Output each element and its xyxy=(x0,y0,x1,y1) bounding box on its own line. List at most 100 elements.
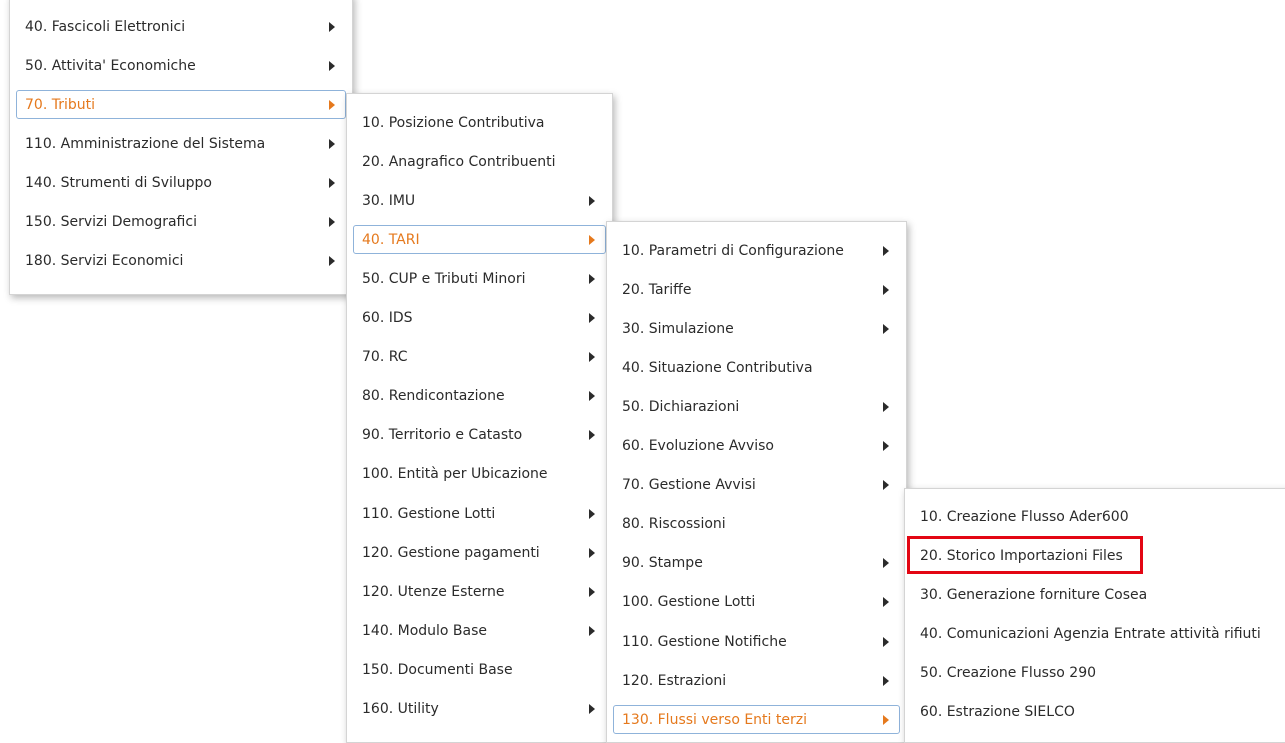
menu3-item-30-simulazione[interactable]: 30. Simulazione xyxy=(613,314,900,343)
submenu-arrow-icon xyxy=(589,234,595,245)
menu2-item-100-entit-per-ubicazione[interactable]: 100. Entità per Ubicazione xyxy=(353,460,606,489)
menu2-item-160-utility[interactable]: 160. Utility xyxy=(353,695,606,724)
menu-item-label: 50. Creazione Flusso 290 xyxy=(920,664,1097,681)
submenu-arrow-icon xyxy=(883,284,889,295)
submenu-arrow-icon xyxy=(883,323,889,334)
menu1-item-40-fascicoli-elettronici[interactable]: 40. Fascicoli Elettronici xyxy=(16,12,346,41)
menu-item-label: 140. Strumenti di Sviluppo xyxy=(25,174,212,191)
menu-item-label: 90. Stampe xyxy=(622,555,703,572)
menu2-item-20-anagrafico-contribuenti[interactable]: 20. Anagrafico Contribuenti xyxy=(353,147,606,176)
submenu-arrow-icon xyxy=(883,558,889,569)
menu1-item-180-servizi-economici[interactable]: 180. Servizi Economici xyxy=(16,246,346,275)
menu1-item-70-tributi[interactable]: 70. Tributi xyxy=(16,90,346,119)
menu-item-label: 30. Generazione forniture Cosea xyxy=(920,586,1148,603)
menu-item-label: 150. Servizi Demografici xyxy=(25,213,197,230)
menu-item-label: 110. Gestione Lotti xyxy=(362,505,496,522)
menu-item-label: 70. RC xyxy=(362,349,408,366)
menu1-item-150-servizi-demografici[interactable]: 150. Servizi Demografici xyxy=(16,207,346,236)
menu-item-label: 110. Gestione Notifiche xyxy=(622,633,787,650)
menu4-item-60-estrazione-sielco[interactable]: 60. Estrazione SIELCO xyxy=(911,697,1285,726)
submenu-arrow-icon xyxy=(589,195,595,206)
menu-item-label: 60. Evoluzione Avviso xyxy=(622,438,774,454)
menu-item-label: 90. Territorio e Catasto xyxy=(362,427,523,444)
menu2-item-10-posizione-contributiva[interactable]: 10. Posizione Contributiva xyxy=(353,108,606,137)
menu2-item-50-cup-e-tributi-minori[interactable]: 50. CUP e Tributi Minori xyxy=(353,264,606,293)
submenu-arrow-icon xyxy=(883,245,889,256)
submenu-arrow-icon xyxy=(589,273,595,284)
menu2-item-60-ids[interactable]: 60. IDS xyxy=(353,304,606,333)
menu3-item-100-gestione-lotti[interactable]: 100. Gestione Lotti xyxy=(613,588,900,617)
menu1-item-50-attivita-economiche[interactable]: 50. Attivita' Economiche xyxy=(16,51,346,80)
submenu-arrow-icon xyxy=(883,597,889,608)
submenu-arrow-icon xyxy=(589,586,595,597)
menu3-item-90-stampe[interactable]: 90. Stampe xyxy=(613,549,900,578)
submenu-arrow-icon xyxy=(329,255,335,266)
menu1-item-110-amministrazione-del-sistema[interactable]: 110. Amministrazione del Sistema xyxy=(16,129,346,158)
menu3-item-110-gestione-notifiche[interactable]: 110. Gestione Notifiche xyxy=(613,627,900,656)
menu2-item-150-documenti-base[interactable]: 150. Documenti Base xyxy=(353,655,606,684)
menu-level-3-tari: 10. Parametri di Configurazione 20. Tarif… xyxy=(606,221,907,743)
menu2-item-90-territorio-e-catasto[interactable]: 90. Territorio e Catasto xyxy=(353,421,606,450)
menu3-item-20-tariffe[interactable]: 20. Tariffe xyxy=(613,275,900,304)
submenu-arrow-icon xyxy=(883,441,889,451)
menu-item-label: 100. Gestione Lotti xyxy=(622,594,756,611)
menu4-item-10-creazione-flusso-ader600[interactable]: 10. Creazione Flusso Ader600 xyxy=(911,502,1285,531)
submenu-arrow-icon xyxy=(589,508,595,519)
menu-level-1: 40. Fascicoli Elettronici 50. Attivita' E… xyxy=(9,0,353,295)
menu-item-label: 50. CUP e Tributi Minori xyxy=(362,270,526,287)
menu4-item-50-creazione-flusso-290[interactable]: 50. Creazione Flusso 290 xyxy=(911,658,1285,687)
submenu-arrow-icon xyxy=(329,99,335,110)
menu-level-4-flussi: 10. Creazione Flusso Ader600 20. Storico … xyxy=(904,488,1285,743)
submenu-arrow-icon xyxy=(329,60,335,71)
menu3-item-40-situazione-contributiva[interactable]: 40. Situazione Contributiva xyxy=(613,353,900,382)
submenu-arrow-icon xyxy=(883,480,889,491)
submenu-arrow-icon xyxy=(329,177,335,188)
menu-item-label: 160. Utility xyxy=(362,701,439,717)
submenu-arrow-icon xyxy=(589,430,595,441)
submenu-arrow-icon xyxy=(329,138,335,149)
menu4-item-20-storico-importazioni-files[interactable]: 20. Storico Importazioni Files xyxy=(911,541,1285,570)
menu-item-label: 130. Flussi verso Enti terzi xyxy=(622,711,807,728)
submenu-arrow-icon xyxy=(883,714,889,725)
menu-item-label: 40. TARI xyxy=(362,231,420,248)
menu1-item-140-strumenti-di-sviluppo[interactable]: 140. Strumenti di Sviluppo xyxy=(16,168,346,197)
menu-item-label: 150. Documenti Base xyxy=(362,661,513,678)
menu4-item-30-generazione-forniture-cosea[interactable]: 30. Generazione forniture Cosea xyxy=(911,580,1285,609)
menu2-item-140-modulo-base[interactable]: 140. Modulo Base xyxy=(353,616,606,645)
menu2-item-120-utenze-esterne[interactable]: 120. Utenze Esterne xyxy=(353,577,606,606)
menu-item-label: 20. Anagrafico Contribuenti xyxy=(362,153,556,170)
menu3-item-50-dichiarazioni[interactable]: 50. Dichiarazioni xyxy=(613,392,900,421)
menu-item-label: 120. Estrazioni xyxy=(622,672,727,689)
menu3-item-80-riscossioni[interactable]: 80. Riscossioni xyxy=(613,510,900,539)
menu3-item-10-parametri-di-configurazione[interactable]: 10. Parametri di Configurazione xyxy=(613,236,900,265)
menu-item-label: 70. Gestione Avvisi xyxy=(622,477,756,494)
menu3-item-120-estrazioni[interactable]: 120. Estrazioni xyxy=(613,666,900,695)
menu3-item-60-evoluzione-avviso[interactable]: 60. Evoluzione Avviso xyxy=(613,432,900,461)
menu2-item-80-rendicontazione[interactable]: 80. Rendicontazione xyxy=(353,382,606,411)
menu2-item-110-gestione-lotti[interactable]: 110. Gestione Lotti xyxy=(353,499,606,528)
menu4-item-40-comunicazioni-agenzia-entrate-attivit-rifiuti[interactable]: 40. Comunicazioni Agenzia Entrate attivi… xyxy=(911,619,1285,648)
menu-item-label: 10. Parametri di Configurazione xyxy=(622,242,844,259)
menu-item-label: 110. Amministrazione del Sistema xyxy=(25,135,266,152)
menu-item-label: 60. Estrazione SIELCO xyxy=(920,703,1075,720)
submenu-arrow-icon xyxy=(883,675,889,686)
menu2-item-70-rc[interactable]: 70. RC xyxy=(353,343,606,372)
submenu-arrow-icon xyxy=(883,401,889,412)
menu-item-label: 180. Servizi Economici xyxy=(25,252,184,269)
menu2-item-40-tari[interactable]: 40. TARI xyxy=(353,225,606,255)
menu-item-label: 80. Riscossioni xyxy=(622,516,726,533)
menu3-item-130-flussi-verso-enti-terzi[interactable]: 130. Flussi verso Enti terzi xyxy=(613,705,900,735)
submenu-arrow-icon xyxy=(589,704,595,714)
menu-item-label: 40. Situazione Contributiva xyxy=(622,359,813,376)
menu-item-label: 140. Modulo Base xyxy=(362,622,488,639)
menu-item-label: 100. Entità per Ubicazione xyxy=(362,466,548,483)
menu-item-label: 70. Tributi xyxy=(25,96,95,113)
submenu-arrow-icon xyxy=(589,391,595,402)
menu2-item-30-imu[interactable]: 30. IMU xyxy=(353,186,606,215)
menu3-item-70-gestione-avvisi[interactable]: 70. Gestione Avvisi xyxy=(613,471,900,500)
submenu-arrow-icon xyxy=(589,625,595,636)
menu2-item-120-gestione-pagamenti[interactable]: 120. Gestione pagamenti xyxy=(353,538,606,567)
submenu-arrow-icon xyxy=(589,352,595,363)
submenu-arrow-icon xyxy=(589,313,595,323)
submenu-arrow-icon xyxy=(589,547,595,558)
